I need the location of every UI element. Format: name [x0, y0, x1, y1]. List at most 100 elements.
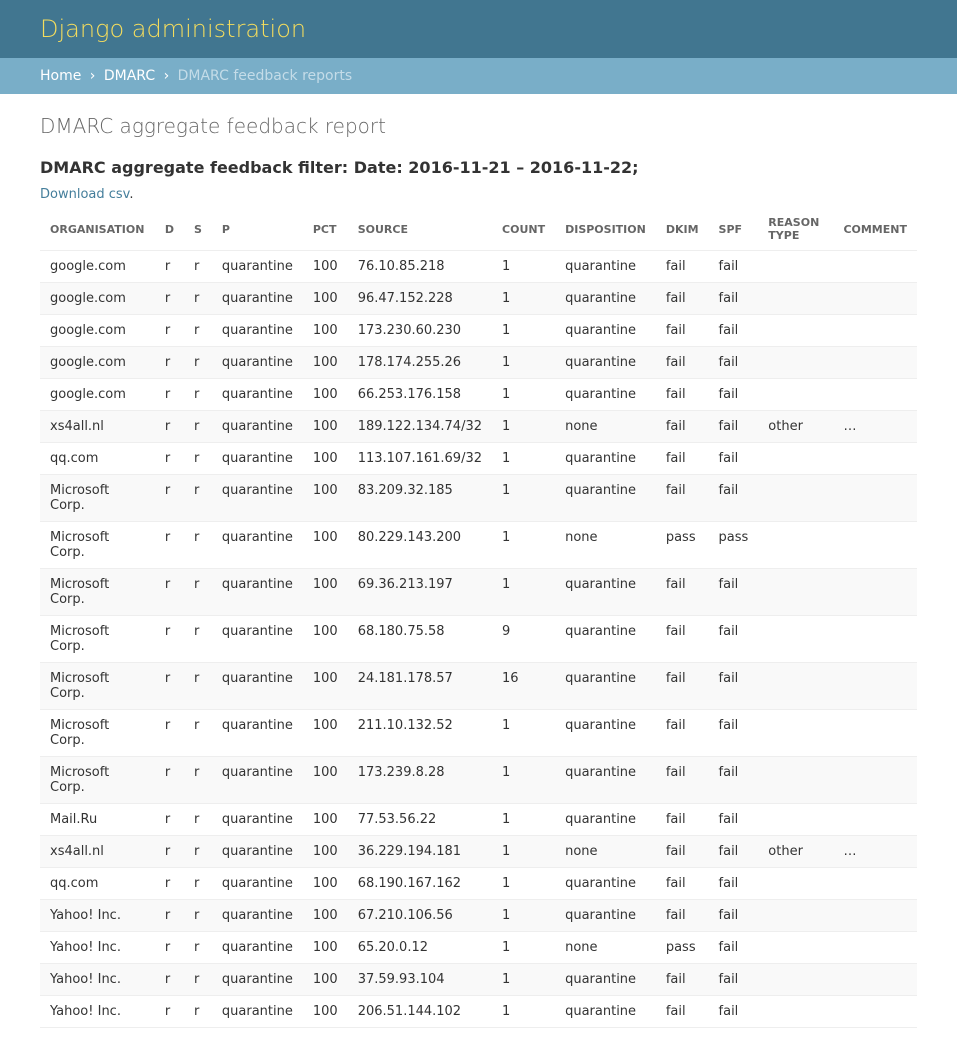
table-cell: 100: [303, 283, 348, 315]
table-cell: fail: [656, 710, 709, 757]
column-header[interactable]: COMMENT: [833, 208, 917, 251]
table-body: google.comrrquarantine10076.10.85.2181qu…: [40, 251, 917, 1028]
table-cell: qq.com: [40, 443, 155, 475]
table-cell: xs4all.nl: [40, 836, 155, 868]
column-header[interactable]: DISPOSITION: [555, 208, 656, 251]
table-cell: r: [184, 379, 212, 411]
table-cell: 100: [303, 569, 348, 616]
table-cell: Microsoft Corp.: [40, 757, 155, 804]
table-cell: quarantine: [212, 475, 303, 522]
table-cell: r: [184, 757, 212, 804]
column-header[interactable]: REASON TYPE: [758, 208, 833, 251]
breadcrumb-dmarc[interactable]: DMARC: [104, 68, 155, 84]
table-cell: google.com: [40, 251, 155, 283]
table-cell: quarantine: [555, 315, 656, 347]
table-cell: fail: [709, 836, 759, 868]
header: Django administration: [0, 0, 957, 58]
table-cell: quarantine: [555, 347, 656, 379]
table-cell: [758, 900, 833, 932]
table-row: qq.comrrquarantine100113.107.161.69/321q…: [40, 443, 917, 475]
column-header[interactable]: D: [155, 208, 184, 251]
table-cell: 1: [492, 522, 555, 569]
column-header[interactable]: COUNT: [492, 208, 555, 251]
table-cell: quarantine: [212, 996, 303, 1028]
table-cell: fail: [709, 996, 759, 1028]
table-cell: r: [184, 315, 212, 347]
table-cell: [833, 475, 917, 522]
breadcrumb-home[interactable]: Home: [40, 68, 81, 84]
table-cell: 1: [492, 900, 555, 932]
table-cell: quarantine: [212, 283, 303, 315]
table-cell: 206.51.144.102: [348, 996, 492, 1028]
table-cell: Microsoft Corp.: [40, 522, 155, 569]
table-cell: [833, 663, 917, 710]
table-cell: Microsoft Corp.: [40, 710, 155, 757]
column-header[interactable]: PCT: [303, 208, 348, 251]
table-cell: [833, 868, 917, 900]
table-cell: 1: [492, 964, 555, 996]
table-cell: quarantine: [212, 964, 303, 996]
column-header[interactable]: P: [212, 208, 303, 251]
table-cell: pass: [656, 522, 709, 569]
table-row: Microsoft Corp.rrquarantine10068.180.75.…: [40, 616, 917, 663]
table-cell: 37.59.93.104: [348, 964, 492, 996]
table-cell: quarantine: [555, 569, 656, 616]
table-cell: r: [155, 900, 184, 932]
table-cell: [833, 616, 917, 663]
table-cell: 36.229.194.181: [348, 836, 492, 868]
column-header[interactable]: DKIM: [656, 208, 709, 251]
table-cell: quarantine: [212, 522, 303, 569]
table-cell: 77.53.56.22: [348, 804, 492, 836]
table-cell: r: [155, 663, 184, 710]
table-cell: 66.253.176.158: [348, 379, 492, 411]
table-cell: fail: [656, 804, 709, 836]
table-cell: Yahoo! Inc.: [40, 996, 155, 1028]
table-cell: quarantine: [212, 836, 303, 868]
table-cell: fail: [656, 283, 709, 315]
table-cell: 76.10.85.218: [348, 251, 492, 283]
table-cell: 1: [492, 411, 555, 443]
table-cell: [758, 757, 833, 804]
site-title: Django administration: [40, 15, 917, 43]
table-cell: [833, 804, 917, 836]
table-row: Microsoft Corp.rrquarantine10080.229.143…: [40, 522, 917, 569]
table-cell: quarantine: [212, 663, 303, 710]
table-row: google.comrrquarantine100178.174.255.261…: [40, 347, 917, 379]
table-cell: Microsoft Corp.: [40, 475, 155, 522]
table-cell: fail: [709, 443, 759, 475]
table-cell: quarantine: [555, 804, 656, 836]
table-cell: fail: [656, 443, 709, 475]
table-cell: r: [184, 710, 212, 757]
table-cell: r: [184, 663, 212, 710]
table-cell: fail: [656, 347, 709, 379]
table-cell: 1: [492, 379, 555, 411]
table-cell: [758, 804, 833, 836]
page-title: DMARC aggregate feedback report: [40, 114, 917, 138]
table-cell: r: [155, 251, 184, 283]
table-row: Microsoft Corp.rrquarantine10024.181.178…: [40, 663, 917, 710]
table-cell: google.com: [40, 379, 155, 411]
table-cell: r: [155, 347, 184, 379]
table-cell: fail: [709, 251, 759, 283]
table-cell: r: [155, 804, 184, 836]
table-row: xs4all.nlrrquarantine100189.122.134.74/3…: [40, 411, 917, 443]
column-header[interactable]: SPF: [709, 208, 759, 251]
table-cell: quarantine: [555, 251, 656, 283]
table-cell: 9: [492, 616, 555, 663]
table-cell: r: [184, 868, 212, 900]
table-cell: 1: [492, 347, 555, 379]
table-cell: other: [758, 411, 833, 443]
column-header[interactable]: S: [184, 208, 212, 251]
table-cell: r: [184, 804, 212, 836]
table-cell: [758, 996, 833, 1028]
table-cell: [833, 283, 917, 315]
table-cell: quarantine: [555, 757, 656, 804]
table-row: Microsoft Corp.rrquarantine10083.209.32.…: [40, 475, 917, 522]
column-header[interactable]: ORGANISATION: [40, 208, 155, 251]
table-row: Yahoo! Inc.rrquarantine10067.210.106.561…: [40, 900, 917, 932]
table-cell: pass: [709, 522, 759, 569]
report-table: ORGANISATIONDSPPCTSOURCECOUNTDISPOSITION…: [40, 208, 917, 1028]
download-csv-link[interactable]: Download csv: [40, 187, 129, 202]
table-cell: fail: [709, 964, 759, 996]
column-header[interactable]: SOURCE: [348, 208, 492, 251]
